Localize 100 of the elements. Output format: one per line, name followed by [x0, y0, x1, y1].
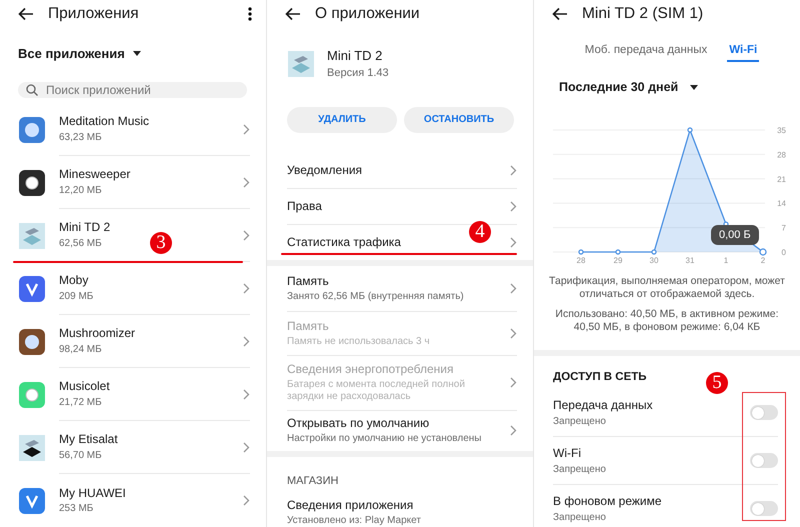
chevron-icon — [243, 495, 250, 506]
chevron-icon — [243, 336, 250, 346]
app-name: Mini TD 2 — [327, 48, 382, 64]
app-name: Mini TD 2 — [59, 220, 110, 235]
x-tick-label: 1 — [724, 256, 728, 265]
chevron-icon — [510, 200, 517, 212]
app-icon — [19, 488, 45, 514]
back-button[interactable] — [552, 7, 568, 21]
screen-title: Приложения — [48, 5, 140, 23]
chevron-icon — [243, 230, 250, 240]
chevron-icon — [510, 328, 517, 339]
action-button[interactable]: УДАЛИТЬ — [287, 106, 397, 133]
app-icon — [19, 116, 45, 142]
settings-detail: Запрещено — [553, 416, 606, 428]
app-name: Mushroomizer — [59, 326, 136, 341]
app-icon — [288, 50, 314, 77]
settings-detail: Память не использовалась 3 ч — [287, 336, 430, 348]
chevron-icon — [510, 164, 517, 176]
chevron-icon — [510, 425, 517, 436]
action-button[interactable]: ОСТАНОВИТЬ — [404, 106, 514, 133]
section-heading: МАГАЗИН — [287, 474, 338, 487]
section-heading: ДОСТУП В СЕТЬ — [553, 371, 647, 384]
settings-label[interactable]: Уведомления — [287, 163, 362, 178]
app-version: Версия 1.43 — [327, 66, 389, 80]
y-tick-label: 14 — [777, 199, 786, 208]
chevron-icon — [243, 282, 250, 294]
app-size: 62,56 МБ — [59, 238, 102, 250]
value-tooltip: 0,00 Б — [711, 225, 759, 245]
app-name: Musicolet — [59, 379, 110, 394]
settings-label: Wi-Fi — [553, 446, 581, 461]
dropdown-caret-icon — [132, 51, 141, 56]
app-filter-dropdown[interactable]: Все приложения — [18, 46, 141, 61]
app-size: 56,70 МБ — [59, 450, 102, 462]
toggle-switch[interactable] — [750, 501, 778, 516]
toggle-switch[interactable] — [750, 453, 778, 468]
settings-label[interactable]: Открывать по умолчанию — [287, 416, 430, 430]
app-icon — [19, 170, 45, 196]
app-name: Minesweeper — [59, 167, 130, 182]
back-button[interactable] — [18, 7, 34, 21]
chevron-icon — [510, 377, 517, 388]
data-point — [578, 249, 584, 255]
settings-detail: Настройки по умолчанию не установлены — [287, 433, 482, 446]
settings-detail: Установлено из: Play Маркет — [287, 515, 421, 527]
app-size: 21,72 МБ — [59, 396, 102, 409]
data-point — [759, 248, 767, 256]
step-number-badge: 5 — [706, 372, 728, 394]
app-name: Meditation Music — [59, 114, 150, 129]
app-size: 98,24 МБ — [59, 344, 102, 356]
chevron-icon — [243, 388, 250, 400]
data-point — [687, 127, 693, 133]
x-tick-label: 30 — [650, 256, 658, 265]
y-tick-label: 0 — [782, 248, 786, 257]
tab[interactable]: Wi-Fi — [727, 40, 760, 62]
tab[interactable]: Моб. передача данных — [582, 40, 710, 62]
settings-label: Передача данных — [553, 398, 653, 413]
data-point — [615, 249, 621, 255]
usage-note: Использовано: 40,50 МБ, в активном режиме: 40,50 МБ, в фоновом режиме: 6,04 КБ — [554, 307, 780, 334]
y-tick-label: 28 — [777, 150, 786, 160]
screen-title: Mini TD 2 (SIM 1) — [582, 5, 704, 23]
app-icon — [19, 276, 45, 302]
settings-detail: Запрещено — [553, 464, 606, 476]
settings-detail: Запрещено — [553, 512, 606, 524]
y-tick-label: 7 — [782, 224, 786, 233]
app-size: 253 МБ — [59, 503, 94, 516]
x-tick-label: 2 — [760, 256, 766, 265]
settings-detail: Батарея с момента последней полной зарядки не расходовалась — [287, 379, 466, 404]
app-name: My HUAWEI — [59, 486, 126, 500]
more-options-icon[interactable] — [248, 7, 252, 21]
app-size: 63,23 МБ — [59, 132, 102, 144]
app-size: 12,20 МБ — [59, 184, 102, 197]
step-number-badge: 3 — [150, 232, 172, 254]
toggle-switch[interactable] — [750, 405, 778, 420]
chevron-icon — [243, 442, 250, 452]
settings-label: В фоновом режиме — [553, 494, 662, 509]
app-name: Moby — [59, 273, 88, 288]
settings-label: Сведения приложения — [287, 498, 414, 512]
screen-title: О приложении — [315, 5, 421, 23]
y-tick-label: 21 — [777, 174, 786, 184]
settings-label[interactable]: Память — [287, 274, 329, 288]
app-icon — [19, 434, 45, 460]
chevron-icon — [243, 124, 250, 134]
settings-detail: Занято 62,56 МБ (внутренняя память) — [287, 290, 464, 303]
app-icon — [19, 222, 45, 248]
back-button[interactable] — [285, 7, 301, 21]
chevron-icon — [510, 236, 517, 248]
y-tick-label: 35 — [777, 126, 786, 135]
app-icon — [19, 382, 45, 408]
data-point — [651, 249, 657, 255]
step-number-badge: 4 — [469, 221, 491, 243]
x-tick-label: 31 — [686, 256, 694, 265]
settings-label[interactable]: Права — [287, 199, 322, 214]
period-dropdown[interactable]: Последние 30 дней — [559, 80, 698, 94]
settings-label[interactable]: Статистика трафика — [287, 235, 401, 250]
usage-note: Тарификация, выполняемая оператором, может отличаться от отображаемой здесь. — [548, 274, 786, 300]
x-tick-label: 29 — [614, 256, 622, 265]
app-name: My Etisalat — [59, 432, 118, 447]
search-icon — [26, 84, 38, 96]
chevron-icon — [243, 176, 250, 188]
app-icon — [19, 328, 45, 354]
dropdown-caret-icon — [690, 84, 698, 90]
